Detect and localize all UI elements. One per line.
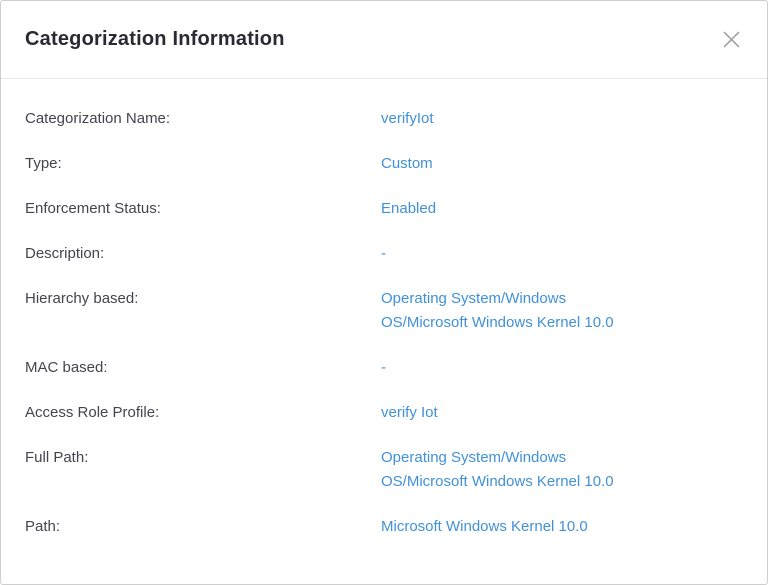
field-value: Microsoft Windows Kernel 10.0 [381,515,588,539]
categorization-info-modal: Categorization Information Categorizatio… [0,0,768,585]
field-value: Operating System/Windows OS/Microsoft Wi… [381,446,614,494]
modal-header: Categorization Information [1,1,767,79]
field-label: MAC based: [25,356,381,380]
field-label: Access Role Profile: [25,401,381,425]
info-row: Path: Microsoft Windows Kernel 10.0 [25,515,743,539]
field-value: Enabled [381,197,436,221]
field-value: verify Iot [381,401,438,425]
info-row: Categorization Name: verifyIot [25,107,743,131]
field-value: Custom [381,152,433,176]
field-label: Path: [25,515,381,539]
field-label: Categorization Name: [25,107,381,131]
info-row: Description: - [25,242,743,266]
field-value: - [381,242,386,266]
info-row: Access Role Profile: verify Iot [25,401,743,425]
field-label: Type: [25,152,381,176]
field-label: Description: [25,242,381,266]
field-label: Enforcement Status: [25,197,381,221]
field-label: Hierarchy based: [25,287,381,311]
field-value: verifyIot [381,107,434,131]
info-row: Type: Custom [25,152,743,176]
info-row: Full Path: Operating System/Windows OS/M… [25,446,743,494]
field-value: - [381,356,386,380]
close-button[interactable] [719,28,743,52]
x-close-icon [723,31,740,48]
info-row: Hierarchy based: Operating System/Window… [25,287,743,335]
field-value: Operating System/Windows OS/Microsoft Wi… [381,287,614,335]
info-row: Enforcement Status: Enabled [25,197,743,221]
modal-body: Categorization Name: verifyIot Type: Cus… [1,79,767,560]
modal-title: Categorization Information [25,28,285,51]
field-label: Full Path: [25,446,381,470]
info-row: MAC based: - [25,356,743,380]
